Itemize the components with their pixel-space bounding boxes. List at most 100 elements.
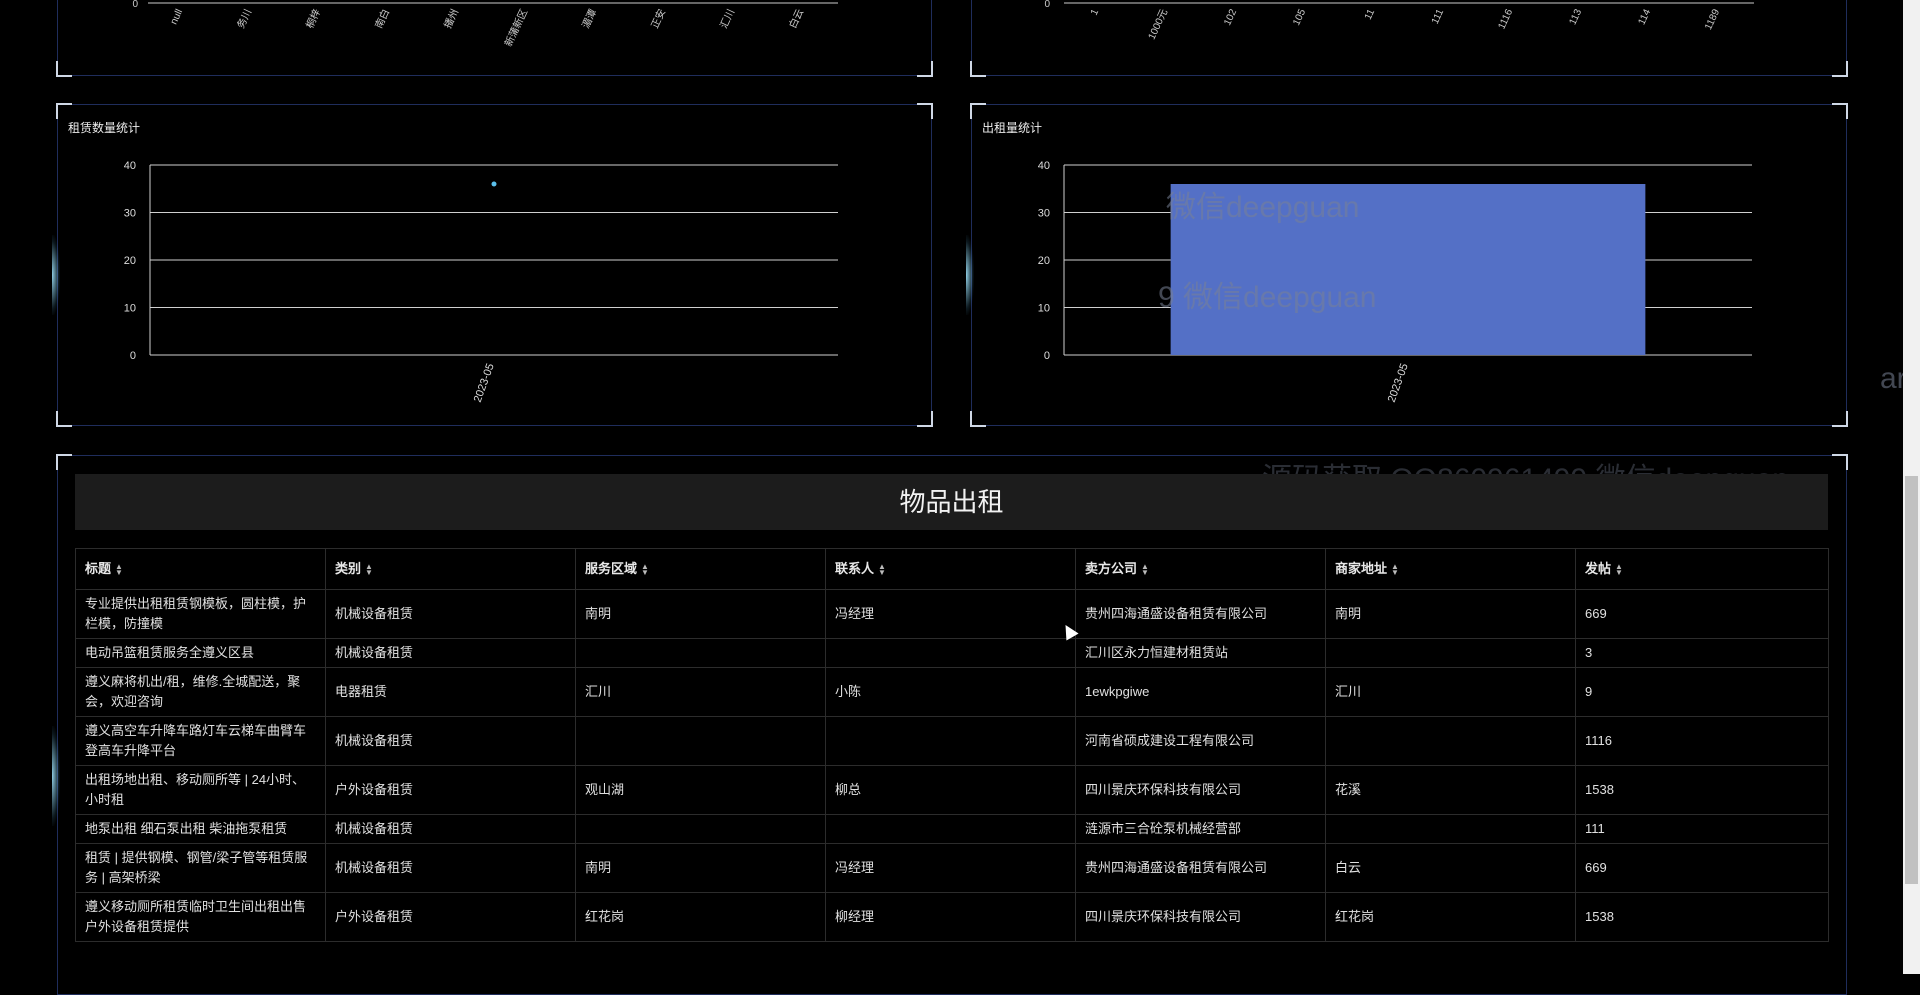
cell-address: 红花岗 [1325, 892, 1576, 942]
top-left-chart-svg: 0 null 务川 桐梓 南白 播州 新蒲新区 湄潭 正安 汇川 白云 [132, 0, 838, 49]
chart-title: 出租量统计 [982, 121, 1043, 135]
cell-category: 机械设备租赁 [325, 814, 576, 844]
x-tick-label: 务川 [234, 7, 254, 31]
corner-decoration [1832, 103, 1848, 119]
cell-seller: 河南省硕成建设工程有限公司 [1075, 716, 1326, 766]
x-tick-label: 111 [1430, 7, 1447, 26]
cell-service-area: 南明 [575, 589, 826, 639]
cell-seller: 四川景庆环保科技有限公司 [1075, 765, 1326, 815]
x-tick-label: 新蒲新区 [502, 7, 531, 49]
x-tick-label: 105 [1291, 7, 1308, 27]
column-header-posts[interactable]: 发帖 ▲ ▼ [1575, 548, 1829, 590]
top-left-chart-panel: 0 null 务川 桐梓 南白 播州 新蒲新区 湄潭 正安 汇川 白云 [56, 0, 933, 77]
sort-icon[interactable]: ▲ ▼ [641, 562, 649, 576]
cell-category: 机械设备租赁 [325, 716, 576, 766]
x-tick-label: 1116 [1496, 7, 1515, 31]
chart-title: 租赁数量统计 [68, 121, 141, 135]
y-tick-label: 20 [124, 255, 136, 267]
x-tick-label: 播州 [441, 7, 461, 31]
cell-title: 遵义高空车升降车路灯车云梯车曲臂车登高车升降平台 [75, 716, 326, 766]
cell-title: 出租场地出租、移动厕所等 | 24小时、小时租 [75, 765, 326, 815]
column-header-label: 标题 [85, 561, 112, 576]
column-header-label: 商家地址 [1335, 561, 1388, 576]
column-header-title[interactable]: 标题 ▲ ▼ [75, 548, 326, 590]
cell-posts: 669 [1575, 843, 1829, 893]
cell-seller: 1ewkpgiwe [1075, 667, 1326, 717]
cell-seller: 贵州四海通盛设备租赁有限公司 [1075, 589, 1326, 639]
table-row[interactable]: 电动吊篮租赁服务全遵义区县 机械设备租赁 汇川区永力恒建材租赁站 3 [75, 638, 1829, 668]
table-row[interactable]: 专业提供出租租赁钢模板，圆柱模，护栏模，防撞模 机械设备租赁 南明 冯经理 贵州… [75, 589, 1829, 639]
cell-contact: 柳经理 [825, 892, 1076, 942]
y-tick-label: 10 [124, 303, 136, 315]
scrollbar-thumb[interactable] [1905, 476, 1918, 884]
cell-seller: 汇川区永力恒建材租赁站 [1075, 638, 1326, 668]
cell-posts: 111 [1575, 814, 1829, 844]
cell-category: 户外设备租赁 [325, 892, 576, 942]
corner-decoration [970, 103, 986, 119]
cell-posts: 1538 [1575, 765, 1829, 815]
cell-title: 租赁 | 提供钢模、钢管/梁子管等租赁服务 | 高架桥梁 [75, 843, 326, 893]
x-tick-label: 白云 [786, 7, 806, 31]
x-tick-label: 102 [1222, 7, 1239, 27]
cell-posts: 669 [1575, 589, 1829, 639]
edge-glow [966, 235, 974, 315]
x-tick-label: 汇川 [717, 7, 737, 31]
table-row[interactable]: 租赁 | 提供钢模、钢管/梁子管等租赁服务 | 高架桥梁 机械设备租赁 南明 冯… [75, 843, 1829, 893]
top-right-chart-panel: 0 1 1000元 102 105 11 111 1116 113 114 1189 [970, 0, 1848, 77]
rental-quantity-chart-panel: 租赁数量统计 0 10 20 30 40 2023-05 [52, 103, 933, 427]
table-header-row: 标题 ▲ ▼ 类别 ▲ ▼ 服务区域 ▲ ▼ 联系人 ▲ ▼ 卖方公司 ▲ ▼ 商家地址 ▲ ▼ 发帖 ▲… [75, 548, 1829, 590]
x-tick-label: 南白 [372, 7, 392, 31]
cell-address: 白云 [1325, 843, 1576, 893]
cell-title: 遵义麻将机出/租，维修.全城配送，聚会，欢迎咨询 [75, 667, 326, 717]
column-header-service-area[interactable]: 服务区域 ▲ ▼ [575, 548, 826, 590]
x-tick-label: 桐梓 [303, 7, 323, 31]
corner-decoration [56, 411, 72, 427]
y-tick-label: 0 [1044, 0, 1050, 10]
table-row[interactable]: 遵义移动厕所租赁临时卫生间出租出售户外设备租赁提供 户外设备租赁 红花岗 柳经理… [75, 892, 1829, 942]
cell-title: 电动吊篮租赁服务全遵义区县 [75, 638, 326, 668]
y-tick-label: 40 [1038, 160, 1050, 172]
cell-address: 花溪 [1325, 765, 1576, 815]
y-tick-label: 0 [130, 350, 136, 362]
table-row[interactable]: 遵义高空车升降车路灯车云梯车曲臂车登高车升降平台 机械设备租赁 河南省硕成建设工… [75, 716, 1829, 766]
cell-service-area [575, 638, 826, 668]
cell-service-area: 汇川 [575, 667, 826, 717]
outbound-rental-chart: 0 10 20 30 40 2023-05 [1038, 160, 1752, 404]
table-row[interactable]: 地泵出租 细石泵出租 柴油拖泵租赁 机械设备租赁 涟源市三合砼泵机械经营部 11… [75, 814, 1829, 844]
cell-category: 机械设备租赁 [325, 589, 576, 639]
bar [1170, 184, 1646, 355]
cell-address [1325, 716, 1576, 766]
cell-title: 专业提供出租租赁钢模板，圆柱模，护栏模，防撞模 [75, 589, 326, 639]
column-header-address[interactable]: 商家地址 ▲ ▼ [1325, 548, 1576, 590]
cell-contact: 柳总 [825, 765, 1076, 815]
table-row[interactable]: 遵义麻将机出/租，维修.全城配送，聚会，欢迎咨询 电器租赁 汇川 小陈 1ewk… [75, 667, 1829, 717]
sort-icon[interactable]: ▲ ▼ [1391, 562, 1399, 576]
column-header-contact[interactable]: 联系人 ▲ ▼ [825, 548, 1076, 590]
cell-contact: 小陈 [825, 667, 1076, 717]
cell-title: 遵义移动厕所租赁临时卫生间出租出售户外设备租赁提供 [75, 892, 326, 942]
sort-icon[interactable]: ▲ ▼ [365, 562, 373, 576]
page-scrollbar[interactable] [1903, 0, 1920, 974]
cell-category: 电器租赁 [325, 667, 576, 717]
x-tick-label: 113 [1568, 7, 1585, 26]
x-tick-label: 1189 [1703, 7, 1722, 32]
rental-items-table: 标题 ▲ ▼ 类别 ▲ ▼ 服务区域 ▲ ▼ 联系人 ▲ ▼ 卖方公司 ▲ ▼ 商家地址 ▲ ▼ 发帖 ▲… [75, 548, 1829, 942]
table-row[interactable]: 出租场地出租、移动厕所等 | 24小时、小时租 户外设备租赁 观山湖 柳总 四川… [75, 765, 1829, 815]
y-tick-label: 0 [132, 0, 138, 10]
sort-icon[interactable]: ▲ ▼ [115, 562, 123, 576]
x-tick-label: 11 [1363, 7, 1378, 21]
sort-icon[interactable]: ▲ ▼ [1141, 562, 1149, 576]
sort-icon[interactable]: ▲ ▼ [878, 562, 886, 576]
x-tick-label: 湄潭 [580, 7, 599, 30]
sort-icon[interactable]: ▲ ▼ [1615, 562, 1623, 576]
column-header-label: 联系人 [835, 561, 875, 576]
cell-category: 户外设备租赁 [325, 765, 576, 815]
cell-address [1325, 638, 1576, 668]
cell-category: 机械设备租赁 [325, 843, 576, 893]
column-header-seller[interactable]: 卖方公司 ▲ ▼ [1075, 548, 1326, 590]
column-header-category[interactable]: 类别 ▲ ▼ [325, 548, 576, 590]
corner-decoration [56, 103, 72, 119]
cell-seller: 四川景庆环保科技有限公司 [1075, 892, 1326, 942]
cell-address [1325, 814, 1576, 844]
cell-contact [825, 638, 1076, 668]
